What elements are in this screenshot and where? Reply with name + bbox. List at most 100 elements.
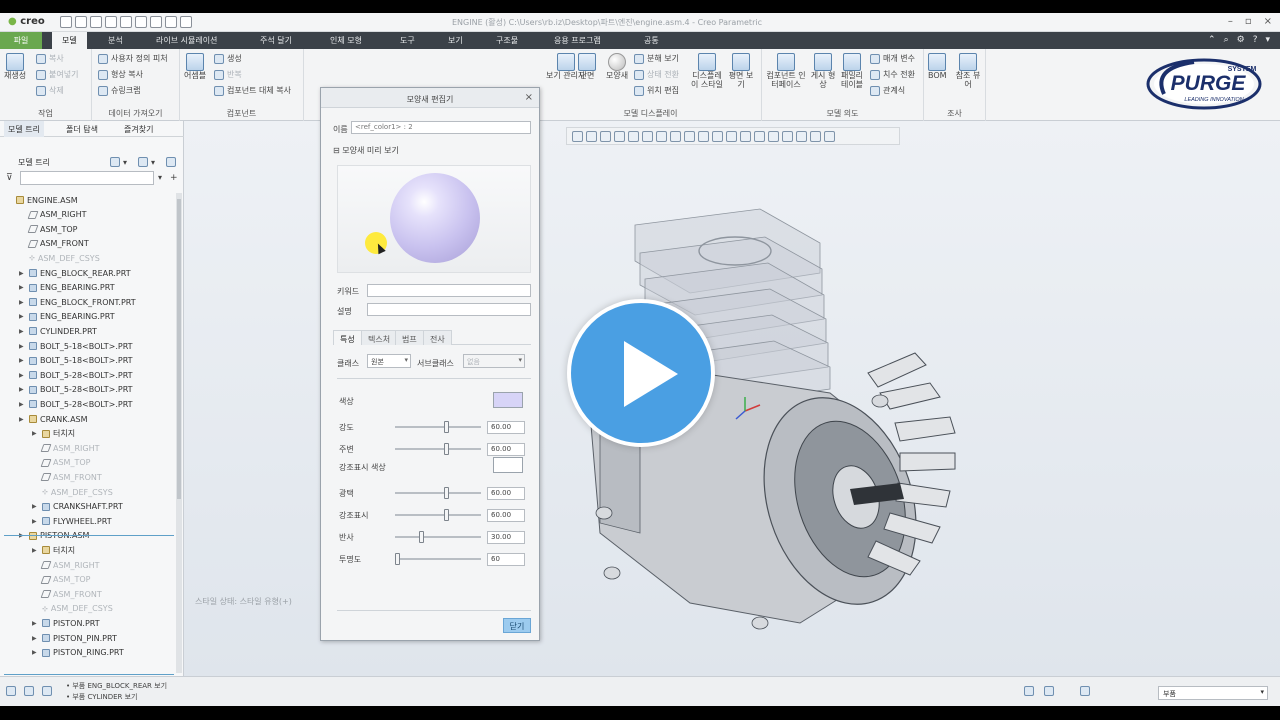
expand-arrow-icon[interactable]: ▶ [19, 270, 26, 277]
collapse-ribbon-icon[interactable]: ⌃ [1208, 35, 1216, 45]
tab-decal[interactable]: 전사 [423, 330, 452, 345]
filter-icon[interactable]: ⊽ [6, 173, 13, 183]
display-style-button[interactable]: 디스플레이 스타일 [690, 53, 724, 89]
tab-annotate[interactable]: 주석 달기 [260, 35, 292, 46]
group-label-investigate[interactable]: 조사 [924, 108, 985, 119]
tab-common[interactable]: 공통 [644, 35, 659, 46]
expand-arrow-icon[interactable]: ▶ [19, 372, 26, 379]
user-defined-feature-button[interactable]: 사용자 정의 피처 [98, 53, 168, 64]
tab-texture[interactable]: 텍스처 [361, 330, 398, 345]
zoom-out-icon[interactable] [600, 130, 611, 142]
tab-analysis[interactable]: 분석 [108, 35, 123, 46]
exploded-view-button[interactable]: 분해 보기 [634, 53, 679, 64]
expand-arrow-icon[interactable]: ▶ [19, 416, 26, 423]
tree-settings-button[interactable]: ▾ [110, 157, 127, 167]
family-table-button[interactable]: 패밀리 테이블 [838, 53, 866, 89]
highlight-color-swatch-button[interactable] [493, 457, 523, 473]
settings-icon[interactable]: ⚙ [1237, 35, 1245, 45]
repaint-icon[interactable] [614, 130, 625, 142]
tree-filter-button[interactable] [166, 157, 176, 167]
tab-live-simulation[interactable]: 라이브 시뮬레이션 [156, 35, 217, 46]
repeat-button[interactable]: 반복 [214, 69, 242, 80]
keyword-field[interactable] [367, 284, 531, 297]
property-slider[interactable] [395, 531, 481, 543]
tab-model[interactable]: 모델 [52, 32, 87, 49]
maximize-icon[interactable]: ▫ [1245, 16, 1252, 27]
zoom-in-icon[interactable] [586, 130, 597, 142]
expand-arrow-icon[interactable]: ▶ [19, 357, 26, 364]
tree-item[interactable]: ▶ CYLINDER.PRT [19, 324, 97, 338]
property-value-field[interactable]: 60.00 [487, 487, 525, 500]
group-label-model-display[interactable]: 모델 디스플레이 [540, 108, 761, 119]
tree-item[interactable]: ASM_FRONT [32, 470, 102, 484]
toggle-status-button[interactable]: 상태 전환 [634, 69, 679, 80]
property-slider[interactable] [395, 421, 481, 433]
expand-arrow-icon[interactable]: ▶ [19, 313, 26, 320]
group-label-component[interactable]: 컴포넌트 [180, 108, 303, 119]
tab-framework[interactable]: 구조물 [496, 35, 518, 46]
display-style-icon[interactable] [642, 130, 653, 142]
expand-arrow-icon[interactable]: ▶ [32, 635, 39, 642]
tree-item[interactable]: ▶ ENG_BLOCK_REAR.PRT [19, 266, 131, 280]
paste-button[interactable]: 붙여넣기 [36, 69, 78, 80]
tree-item[interactable]: ▶ 터치지 [32, 543, 75, 557]
windows-icon[interactable] [165, 16, 177, 28]
expand-arrow-icon[interactable]: ▶ [19, 284, 26, 291]
expand-arrow-icon[interactable]: ▶ [32, 430, 39, 437]
regenerate-icon[interactable] [150, 16, 162, 28]
undo-icon[interactable] [120, 16, 132, 28]
perspective-icon[interactable] [684, 130, 695, 142]
plane-display-icon[interactable] [740, 130, 751, 142]
close-icon[interactable]: × [525, 92, 533, 103]
tree-item[interactable]: ▶ ENG_BEARING.PRT [19, 310, 115, 324]
csys-display-icon[interactable] [782, 130, 793, 142]
subclass-select[interactable]: 없음 ▾ [463, 354, 525, 368]
shrinkwrap-button[interactable]: 슈링크랩 [98, 85, 140, 96]
expand-arrow-icon[interactable]: ▶ [32, 620, 39, 627]
tree-item[interactable]: ▶ PISTON_RING.PRT [32, 646, 124, 660]
open-file-icon[interactable] [75, 16, 87, 28]
spin-center-icon[interactable] [628, 130, 639, 142]
tree-item[interactable]: ▶ ENG_BEARING.PRT [19, 281, 115, 295]
tree-item[interactable]: ASM_RIGHT [32, 558, 99, 572]
collapse-icon[interactable]: ⊟ [333, 146, 340, 155]
property-slider[interactable] [395, 443, 481, 455]
tree-item[interactable]: ▶ BOLT_5-18<BOLT>.PRT [19, 354, 133, 368]
planar-view-button[interactable]: 평면 보기 [726, 53, 756, 89]
tree-scrollbar[interactable] [176, 193, 182, 673]
copy-button[interactable]: 복사 [36, 53, 64, 64]
tab-tools[interactable]: 도구 [400, 35, 415, 46]
slider-knob[interactable] [443, 421, 449, 433]
tree-item[interactable]: ▶ PISTON_PIN.PRT [32, 631, 117, 645]
tree-item[interactable]: ▶ FLYWHEEL.PRT [32, 514, 112, 528]
tab-applications[interactable]: 응용 프로그램 [554, 35, 601, 46]
group-label-get-data[interactable]: 데이터 가져오기 [92, 108, 179, 119]
edit-position-button[interactable]: 위치 편집 [634, 85, 679, 96]
expand-arrow-icon[interactable]: ▶ [19, 386, 26, 393]
fullscreen-toggle[interactable] [42, 686, 52, 696]
video-play-button[interactable] [567, 299, 715, 447]
tree-item[interactable]: ASM_RIGHT [32, 441, 99, 455]
property-value-field[interactable]: 30.00 [487, 531, 525, 544]
expand-arrow-icon[interactable]: ▶ [19, 299, 26, 306]
property-slider[interactable] [395, 509, 481, 521]
slider-knob[interactable] [443, 509, 449, 521]
bom-button[interactable]: BOM [928, 53, 947, 80]
smart-select-button[interactable] [1024, 686, 1034, 696]
add-icon[interactable]: + [170, 173, 178, 183]
show-tree-toggle[interactable] [6, 686, 16, 696]
tab-model-tree[interactable]: 모델 트리 [4, 121, 44, 137]
tab-folder-browser[interactable]: 폴더 탐색 [66, 124, 98, 135]
tab-file[interactable]: 파일 [0, 32, 42, 49]
tree-item[interactable]: ▶ BOLT_5-28<BOLT>.PRT [19, 383, 133, 397]
color-swatch-button[interactable] [493, 392, 523, 408]
close-button[interactable]: 닫기 [503, 618, 531, 633]
assemble-button[interactable]: 어셈블 [184, 53, 206, 80]
expand-arrow-icon[interactable]: ▶ [19, 401, 26, 408]
tree-item[interactable]: ▶ CRANKSHAFT.PRT [32, 500, 123, 514]
spin-display-icon[interactable] [796, 130, 807, 142]
appearance-button[interactable]: 모양새 [606, 53, 628, 80]
tree-item[interactable]: ASM_FRONT [19, 237, 89, 251]
tree-item[interactable]: ▶ ENG_BLOCK_FRONT.PRT [19, 295, 136, 309]
property-value-field[interactable]: 60 [487, 553, 525, 566]
